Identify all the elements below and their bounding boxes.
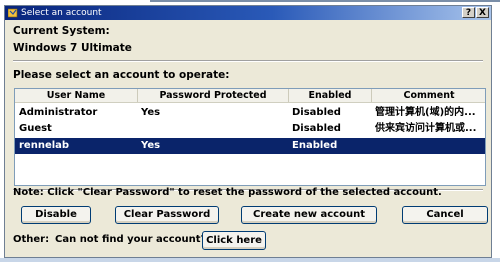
find-account-question: Can not find your account? — [55, 234, 207, 245]
account-table[interactable]: User Name Password Protected Enabled Com… — [14, 88, 486, 186]
title-bar[interactable]: Select an account ? X — [5, 6, 491, 20]
select-account-prompt: Please select an account to operate: — [13, 69, 230, 81]
window-title: Select an account — [21, 8, 102, 18]
column-header-enabled[interactable]: Enabled — [289, 89, 372, 102]
app-icon — [8, 8, 18, 18]
separator-top — [13, 60, 483, 62]
create-new-account-button[interactable]: Create new account — [241, 206, 377, 224]
cell-user-name: Guest — [19, 123, 52, 134]
cell-comment: 供来宾访问计算机或... — [375, 123, 477, 134]
cell-comment: 管理计算机(域)的内... — [375, 107, 476, 118]
top-accent-line — [150, 0, 500, 2]
cell-user-name: Administrator — [19, 107, 98, 118]
cell-enabled: Disabled — [292, 107, 341, 118]
disable-button[interactable]: Disable — [21, 206, 91, 224]
table-header: User Name Password Protected Enabled Com… — [15, 89, 485, 103]
cell-password-protected: Yes — [141, 107, 161, 118]
table-row[interactable]: Administrator Yes Disabled 管理计算机(域)的内... — [15, 105, 485, 121]
cancel-button[interactable]: Cancel — [402, 206, 488, 224]
column-header-comment[interactable]: Comment — [372, 89, 485, 102]
column-header-password-protected[interactable]: Password Protected — [138, 89, 289, 102]
cell-password-protected — [141, 121, 286, 137]
column-header-user-name[interactable]: User Name — [15, 89, 138, 102]
table-row-selected[interactable]: rennelab Yes Enabled — [15, 138, 485, 154]
click-here-button[interactable]: Click here — [202, 231, 266, 250]
current-system-label: Current System: — [13, 25, 110, 37]
cell-enabled: Enabled — [292, 140, 338, 151]
other-label: Other: — [13, 234, 50, 245]
current-system-value: Windows 7 Ultimate — [13, 42, 132, 54]
note-text: Note: Click "Clear Password" to reset th… — [13, 187, 442, 198]
select-account-dialog: Select an account ? X Current System: Wi… — [4, 5, 492, 258]
cell-password-protected: Yes — [141, 140, 161, 151]
desktop-bottom-strip — [0, 258, 500, 262]
cell-user-name: rennelab — [19, 140, 70, 151]
cell-enabled: Disabled — [292, 123, 341, 134]
table-row[interactable]: Guest Disabled 供来宾访问计算机或... — [15, 121, 485, 137]
clear-password-button[interactable]: Clear Password — [115, 206, 219, 224]
cell-comment — [375, 138, 485, 154]
help-button[interactable]: ? — [462, 7, 475, 18]
close-button[interactable]: X — [476, 7, 489, 18]
